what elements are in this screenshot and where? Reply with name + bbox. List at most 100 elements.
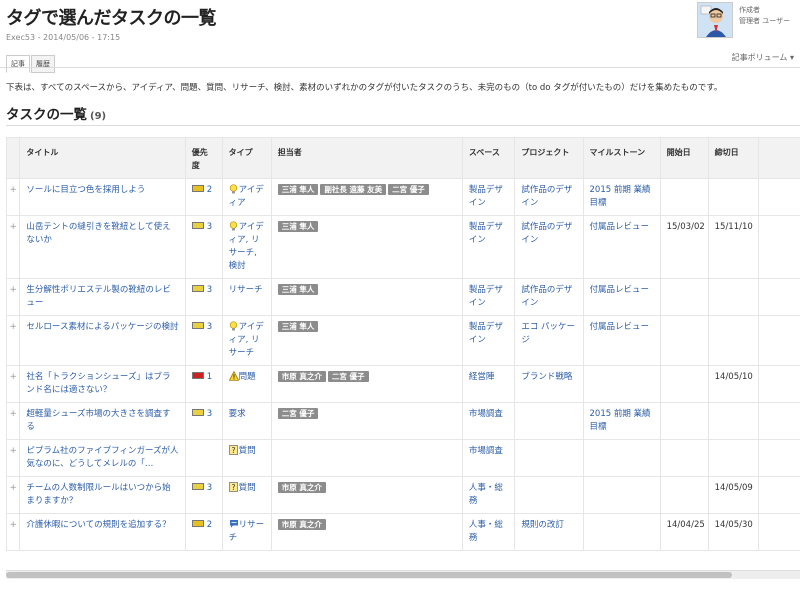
header-title[interactable]: タイトル	[19, 137, 186, 179]
task-title-link[interactable]: 山岳テントの縫引きを靴紐として使えないか	[26, 222, 170, 245]
milestone-link[interactable]: 2015 前期 業績目標	[590, 409, 651, 432]
table-row[interactable]: + チームの人数制限ルールはいつから始まりますか？ 3? 質問 市原 真之介 人事・総務 1…	[5, 476, 800, 514]
priority-value[interactable]: 3	[207, 322, 212, 332]
project-link[interactable]: 規則の改訂	[521, 520, 564, 530]
type-value[interactable]: 質問	[239, 483, 256, 493]
priority-value[interactable]: 2	[207, 520, 212, 530]
space-link[interactable]: 製品デザイン	[469, 322, 503, 345]
assignee-tag[interactable]: 二宮 優子	[327, 371, 369, 382]
horizontal-scrollbar[interactable]	[6, 570, 800, 579]
header-project[interactable]: プロジェクト	[514, 137, 584, 179]
assignee-cell: 三浦 隼人 副社長 遠藤 友美 二宮 優子	[270, 178, 463, 216]
assignee-tag[interactable]: 副社長 遠藤 友美	[320, 184, 387, 195]
task-title-link[interactable]: ピプラム社のファイブフィンガーズが人気なのに、どうしてメレルの「…	[26, 446, 178, 469]
task-title-link[interactable]: 生分解性ポリエステル製の靴紐のレビュー	[26, 285, 171, 308]
expand-row-button[interactable]: +	[5, 402, 21, 440]
expand-row-button[interactable]: +	[5, 513, 21, 551]
type-value[interactable]: 問題	[239, 372, 256, 382]
milestone-link[interactable]: 2015 前期 業績目標	[590, 185, 651, 208]
priority-value[interactable]: 3	[207, 285, 212, 295]
project-link[interactable]: エコ パッケージ	[521, 322, 575, 345]
header-priority[interactable]: 優先度	[184, 137, 223, 179]
header-assignee[interactable]: 担当者	[270, 137, 463, 179]
task-title-link[interactable]: ソールに目立つ色を採用しよう	[26, 185, 145, 195]
space-link[interactable]: 製品デザイン	[469, 222, 503, 245]
priority-value[interactable]: 3	[207, 409, 212, 419]
assignee-tag[interactable]: 三浦 隼人	[277, 321, 319, 332]
milestone-link[interactable]: 付属品レビュー	[590, 285, 650, 295]
assignee-tag[interactable]: 市原 真之介	[277, 482, 326, 493]
expand-row-button[interactable]: +	[5, 476, 21, 514]
priority-cell: 2	[184, 513, 223, 551]
priority-value[interactable]: 3	[207, 483, 212, 493]
assignee-tag[interactable]: 二宮 優子	[388, 184, 429, 195]
assignee-tag[interactable]: 市原 真之介	[277, 519, 326, 530]
due-date-cell: 14/05/09	[707, 476, 759, 514]
task-title-link[interactable]: セルロース素材によるパッケージの検討	[26, 322, 178, 332]
type-value[interactable]: 質問	[239, 446, 256, 456]
space-link[interactable]: 製品デザイン	[469, 285, 503, 308]
priority-value[interactable]: 2	[207, 185, 212, 195]
milestone-cell: 付属品レビュー	[582, 278, 661, 316]
table-row[interactable]: + ソールに目立つ色を採用しよう 2 アイディア 三浦 隼人 副社長 遠藤 友美 二宮 優子…	[5, 178, 800, 216]
expand-row-button[interactable]: +	[5, 178, 21, 216]
table-row[interactable]: + 生分解性ポリエステル製の靴紐のレビュー 3 リサーチ 三浦 隼人 製品デザイン 試作品の…	[5, 278, 800, 316]
milestone-link[interactable]: 付属品レビュー	[590, 222, 650, 232]
table-row[interactable]: + 社名「トラクションシューズ」はブランド名には適さない？ 1 問題 市原 真之介 二宮 …	[5, 365, 800, 403]
table-row[interactable]: + 介護休暇についての規則を追加する？ 2 リサーチ 市原 真之介 人事・総務 規則の改訂 1…	[5, 513, 800, 551]
header-start-date[interactable]: 開始日	[659, 137, 709, 179]
header-milestone[interactable]: マイルストーン	[582, 137, 661, 179]
header-due-date[interactable]: 締切日	[707, 137, 759, 179]
project-link[interactable]: 試作品のデザイン	[521, 285, 572, 308]
milestone-cell	[582, 439, 661, 477]
space-link[interactable]: 市場調査	[469, 409, 503, 419]
project-cell	[514, 402, 584, 440]
scrollbar-thumb[interactable]	[6, 572, 732, 578]
expand-row-button[interactable]: +	[5, 315, 21, 366]
header-space[interactable]: スペース	[461, 137, 516, 179]
priority-value[interactable]: 1	[207, 372, 212, 382]
project-cell: 試作品のデザイン	[514, 278, 584, 316]
start-date-cell	[659, 439, 709, 477]
article-volume-menu[interactable]: 記事ボリューム ▾	[732, 52, 794, 63]
project-link[interactable]: ブランド戦略	[521, 372, 572, 382]
header-type[interactable]: タイプ	[221, 137, 272, 179]
expand-row-button[interactable]: +	[5, 365, 21, 403]
project-link[interactable]: 試作品のデザイン	[521, 222, 572, 245]
task-title-link[interactable]: 社名「トラクションシューズ」はブランド名には適さない？	[26, 372, 170, 395]
table-row[interactable]: + 山岳テントの縫引きを靴紐として使えないか 3 アイディア, リサーチ, 検討 三浦 …	[5, 215, 800, 279]
type-value[interactable]: 要求	[229, 409, 246, 419]
author-name[interactable]: 管理者 ユーザー	[739, 16, 790, 26]
space-link[interactable]: 人事・総務	[469, 483, 503, 506]
assignee-tag[interactable]: 市原 真之介	[277, 371, 326, 382]
milestone-link[interactable]: 付属品レビュー	[590, 322, 650, 332]
priority-value[interactable]: 3	[207, 222, 212, 232]
priority-cell: 1	[184, 365, 223, 403]
task-title-link[interactable]: 介護休暇についての規則を追加する？	[26, 520, 170, 530]
assignee-tag[interactable]: 二宮 優子	[277, 408, 319, 419]
space-link[interactable]: 人事・総務	[469, 520, 503, 543]
priority-bar-icon	[191, 372, 204, 379]
table-row[interactable]: + セルロース素材によるパッケージの検討 3 アイディア, リサーチ 三浦 隼人 製品デザ…	[5, 315, 800, 366]
task-title-cell: 社名「トラクションシューズ」はブランド名には適さない？	[19, 365, 186, 403]
tab-history[interactable]: 履歴	[31, 55, 55, 73]
avatar[interactable]	[697, 2, 733, 38]
space-link[interactable]: 市場調査	[469, 446, 503, 456]
article-tabs: 記事 履歴	[6, 51, 56, 73]
expand-row-button[interactable]: +	[5, 278, 21, 316]
assignee-tag[interactable]: 三浦 隼人	[277, 284, 319, 295]
project-link[interactable]: 試作品のデザイン	[521, 185, 572, 208]
expand-row-button[interactable]: +	[5, 439, 21, 477]
table-row[interactable]: + ピプラム社のファイブフィンガーズが人気なのに、どうしてメレルの「…? 質問 市場調…	[5, 439, 800, 477]
space-link[interactable]: 製品デザイン	[469, 185, 503, 208]
table-row[interactable]: + 超軽量シューズ市場の大きさを調査する 3 要求 二宮 優子 市場調査 2015 前期 業…	[5, 402, 800, 440]
assignee-tag[interactable]: 三浦 隼人	[277, 184, 319, 195]
assignee-tag[interactable]: 三浦 隼人	[277, 221, 319, 232]
expand-row-button[interactable]: +	[5, 215, 21, 279]
space-link[interactable]: 経営陣	[469, 372, 495, 382]
task-title-link[interactable]: 超軽量シューズ市場の大きさを調査する	[26, 409, 170, 432]
task-title-cell: チームの人数制限ルールはいつから始まりますか？	[19, 476, 186, 514]
type-value[interactable]: リサーチ	[229, 285, 263, 295]
task-title-link[interactable]: チームの人数制限ルールはいつから始まりますか？	[26, 483, 170, 506]
tab-article[interactable]: 記事	[6, 55, 30, 73]
